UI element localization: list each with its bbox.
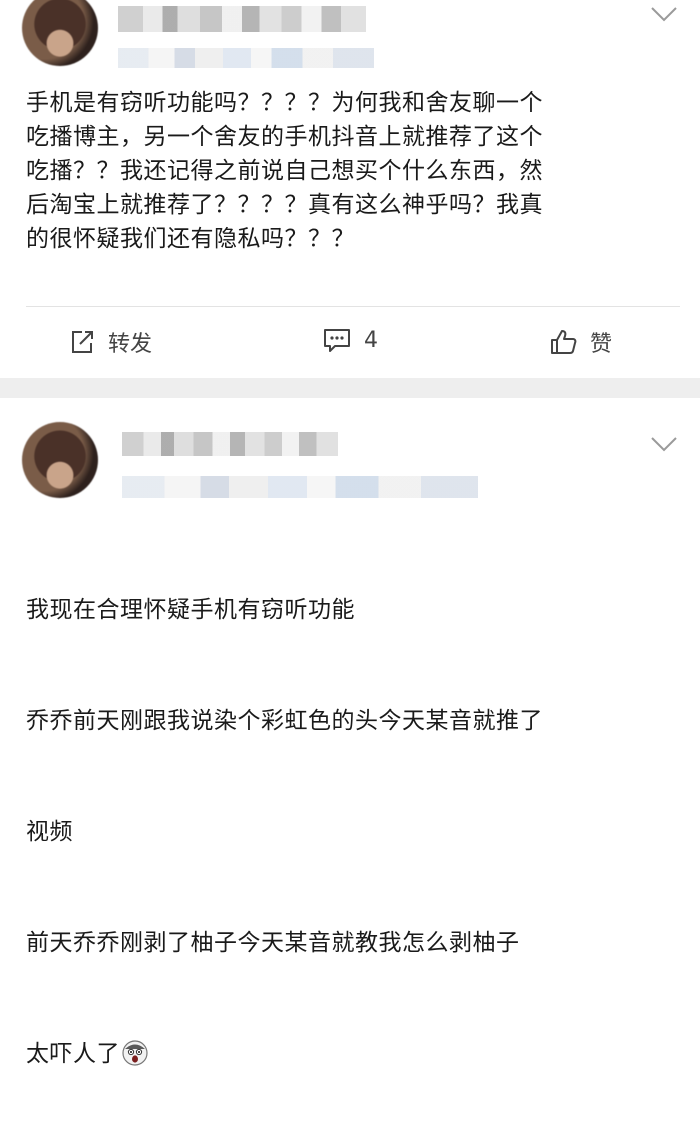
weibo-post-1: 手机是有窃听功能吗？？？？为何我和舍友聊一个 吃播博主，另一个舍友的手机抖音上就… <box>0 0 700 378</box>
post-line: 乔乔前天刚跟我说染个彩虹色的头今天某音就推了 <box>26 708 543 734</box>
post-line: 太吓人了 <box>26 1041 120 1067</box>
comment-button[interactable]: 4 <box>322 326 378 354</box>
weibo-post-2: 我现在合理怀疑手机有窃听功能 乔乔前天刚跟我说染个彩虹色的头今天某音就推了 视频… <box>0 398 700 1067</box>
username-blurred[interactable] <box>122 432 338 456</box>
chevron-down-icon[interactable] <box>650 6 678 22</box>
comment-count: 4 <box>364 327 378 353</box>
post-separator <box>0 378 700 398</box>
post-line: 视频 <box>26 819 73 845</box>
forward-label: 转发 <box>108 332 153 357</box>
divider <box>26 306 680 307</box>
post-meta-blurred <box>118 48 374 68</box>
action-bar: 转发 4 赞 <box>0 326 700 362</box>
like-label: 赞 <box>590 332 613 357</box>
post-line-last: 太吓人了 <box>26 1036 680 1073</box>
post-meta-blurred <box>122 476 478 498</box>
avatar[interactable] <box>22 422 98 498</box>
post-text: 手机是有窃听功能吗？？？？为何我和舍友聊一个 吃播博主，另一个舍友的手机抖音上就… <box>26 90 543 252</box>
forward-button[interactable]: 转发 <box>68 326 152 358</box>
post-line: 前天乔乔刚剥了柚子今天某音就教我怎么剥柚子 <box>26 930 520 956</box>
avatar[interactable] <box>22 0 98 66</box>
comment-icon <box>324 329 350 352</box>
share-icon <box>72 331 93 353</box>
post-line: 我现在合理怀疑手机有窃听功能 <box>26 597 355 623</box>
username-blurred[interactable] <box>118 6 366 32</box>
scared-face-emoji-icon <box>122 1040 148 1066</box>
thumbs-up-icon <box>551 330 577 354</box>
chevron-down-icon[interactable] <box>650 436 678 452</box>
post-text: 我现在合理怀疑手机有窃听功能 乔乔前天刚跟我说染个彩虹色的头今天某音就推了 视频… <box>26 518 680 1147</box>
like-button[interactable]: 赞 <box>548 326 612 358</box>
